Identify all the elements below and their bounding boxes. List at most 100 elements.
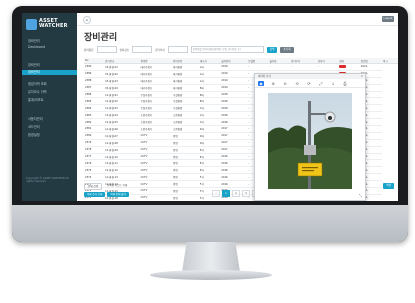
- viewer-tool-icon[interactable]: ⊖: [282, 81, 288, 86]
- table-cell: 수질측정기: [139, 97, 173, 106]
- delete-selected-button[interactable]: 선택된 리스트 삭제: [104, 183, 130, 188]
- table-cell: B사: [198, 91, 221, 99]
- table-cell: C사: [198, 118, 221, 127]
- status-badge[interactable]: [339, 64, 347, 69]
- table-cell: 2016: [220, 173, 248, 182]
- search-button[interactable]: 검색: [266, 46, 278, 53]
- table-cell: 2386: [84, 91, 105, 99]
- table-cell: CCTV: [139, 159, 173, 168]
- table-cell: C사: [198, 104, 221, 113]
- table-cell: 11-환경-06: [104, 125, 140, 133]
- table-cell: 소음측정기: [139, 125, 173, 133]
- table-cell: E사: [198, 153, 221, 161]
- viewer-tool-icon[interactable]: ⤢: [318, 81, 324, 86]
- add-list-button[interactable]: 목록 추가 등록: [84, 192, 106, 197]
- table-cell: 11-환경-04: [104, 111, 140, 120]
- print-list-button[interactable]: 목록 인쇄 출력: [107, 192, 129, 197]
- sidebar-item-inspection[interactable]: 점검이력 조회: [28, 81, 47, 86]
- excel-button[interactable]: 엑셀: [383, 183, 394, 189]
- filter-location-select[interactable]: [132, 46, 153, 53]
- table-cell: 방범: [172, 194, 199, 201]
- viewer-tool-icon[interactable]: ⟳: [306, 81, 312, 86]
- equipment-photo: [268, 93, 352, 189]
- logo[interactable]: ASSET WATCHER: [26, 17, 74, 31]
- page-button[interactable]: 1: [222, 190, 230, 197]
- table-cell: 소음환경: [172, 125, 199, 133]
- page-button[interactable]: ‹: [212, 190, 220, 197]
- table-cell: 2018: [220, 91, 248, 99]
- search-input[interactable]: 검색어를 입력하세요(장비명, 모델, 관리번호 등): [190, 46, 264, 53]
- filter-type-select[interactable]: [96, 46, 117, 53]
- viewer-tool-icon[interactable]: ⎙: [342, 81, 348, 86]
- table-cell: 방범: [172, 180, 199, 189]
- sidebar-item-settings[interactable]: 환경설정: [28, 132, 40, 137]
- sidebar-item-maintenance[interactable]: 유지보수 이력: [28, 89, 47, 94]
- logout-button[interactable]: Logout: [382, 16, 394, 22]
- sidebar-footer: Copyright © ASSET WATCHER All rights res…: [26, 177, 69, 184]
- table-cell: 대기환경: [172, 77, 199, 85]
- table-cell: 방범: [172, 173, 199, 182]
- table-cell: 소음측정기: [139, 118, 173, 127]
- table-cell: 소음측정기: [139, 111, 173, 120]
- viewer-tool-icon[interactable]: ◉: [258, 80, 264, 86]
- table-cell: 2378: [84, 146, 105, 154]
- table-cell: 11-환경-09: [104, 146, 140, 154]
- resize-handle-icon[interactable]: ⤡: [359, 193, 362, 198]
- sidebar-item-codes[interactable]: 코드관리: [28, 124, 40, 129]
- table-header-cell[interactable]: 비고: [382, 58, 398, 64]
- table-cell: 소음환경: [172, 111, 199, 120]
- table-cell: 방범: [172, 132, 199, 140]
- page-title: 장비관리: [84, 33, 118, 43]
- table-cell: C사: [198, 111, 221, 120]
- viewer-tool-icon[interactable]: ↓: [330, 81, 336, 86]
- viewer-toolbar: ◉ ⊕ ⊖ ⟲ ⟳ ⤢ ↓ ⎙: [255, 79, 365, 88]
- viewer-tool-icon[interactable]: ⊕: [270, 81, 276, 86]
- table-cell: CCTV: [139, 180, 173, 189]
- table-cell: 수질환경: [172, 104, 199, 113]
- table-cell: 2017: [220, 132, 248, 140]
- page-button[interactable]: 2: [232, 190, 240, 197]
- sidebar-item-report[interactable]: 통계/리포트: [28, 97, 44, 102]
- sidebar-item-0[interactable]: 장비관리: [28, 38, 40, 43]
- table-cell: D사: [198, 125, 221, 133]
- select-all-button[interactable]: 전체 선택: [84, 183, 102, 190]
- close-icon[interactable]: ×: [360, 74, 363, 79]
- page-button[interactable]: 3: [242, 190, 250, 197]
- table-cell: 2376: [84, 159, 105, 168]
- sidebar-item-equipment-active[interactable]: 장비관리: [22, 70, 77, 75]
- table-cell: 2018: [220, 118, 248, 127]
- table-cell: 2021-: [359, 63, 383, 71]
- reset-button[interactable]: 초기화: [280, 46, 294, 53]
- table-row[interactable]: 2390 15-환경-01 대기측정기 대기환경 A사 2019- - - -2021-: [84, 63, 398, 71]
- table-cell: 2019: [220, 77, 248, 85]
- sidebar-item-2[interactable]: 장비관리: [28, 62, 40, 67]
- table-cell: 소음환경: [172, 118, 199, 127]
- table-cell: 2017: [220, 125, 248, 133]
- home-icon[interactable]: ⌂: [83, 16, 91, 24]
- filter-dept-select[interactable]: [167, 46, 188, 53]
- table-cell: 2019: [220, 70, 248, 78]
- table-cell: 2016: [220, 159, 248, 168]
- cctv-pole-photo-icon: [268, 93, 352, 189]
- table-cell: 방범: [172, 159, 199, 168]
- table-cell: 2388: [84, 77, 105, 85]
- table-cell: 15-환경-04: [104, 84, 140, 92]
- table-cell: 15-환경-03: [104, 77, 140, 85]
- table-cell: 11-환경-07: [104, 132, 140, 140]
- table-cell: 대기측정기: [139, 70, 173, 78]
- table-cell: -: [247, 63, 269, 71]
- table-cell: -: [268, 63, 290, 71]
- sidebar-item-users[interactable]: 사용자관리: [28, 116, 43, 121]
- image-viewer-window[interactable]: 이미지 보기 × ◉ ⊕ ⊖ ⟲ ⟳ ⤢ ↓ ⎙ ⤡: [254, 73, 366, 201]
- table-cell: 2381: [84, 125, 105, 133]
- table-cell: 2385: [84, 97, 105, 106]
- sidebar-item-dashboard[interactable]: Dashboard: [28, 45, 45, 49]
- table-cell: 2019: [220, 84, 248, 92]
- table-cell: 11-환경-08: [104, 139, 140, 147]
- table-cell: 방범: [172, 139, 199, 147]
- filter-type-label: 장비종류: [84, 48, 94, 52]
- viewer-tool-icon[interactable]: ⟲: [294, 81, 300, 86]
- table-cell: -: [289, 63, 317, 71]
- table-cell: 2374: [84, 173, 105, 182]
- table-cell: CCTV: [139, 132, 173, 140]
